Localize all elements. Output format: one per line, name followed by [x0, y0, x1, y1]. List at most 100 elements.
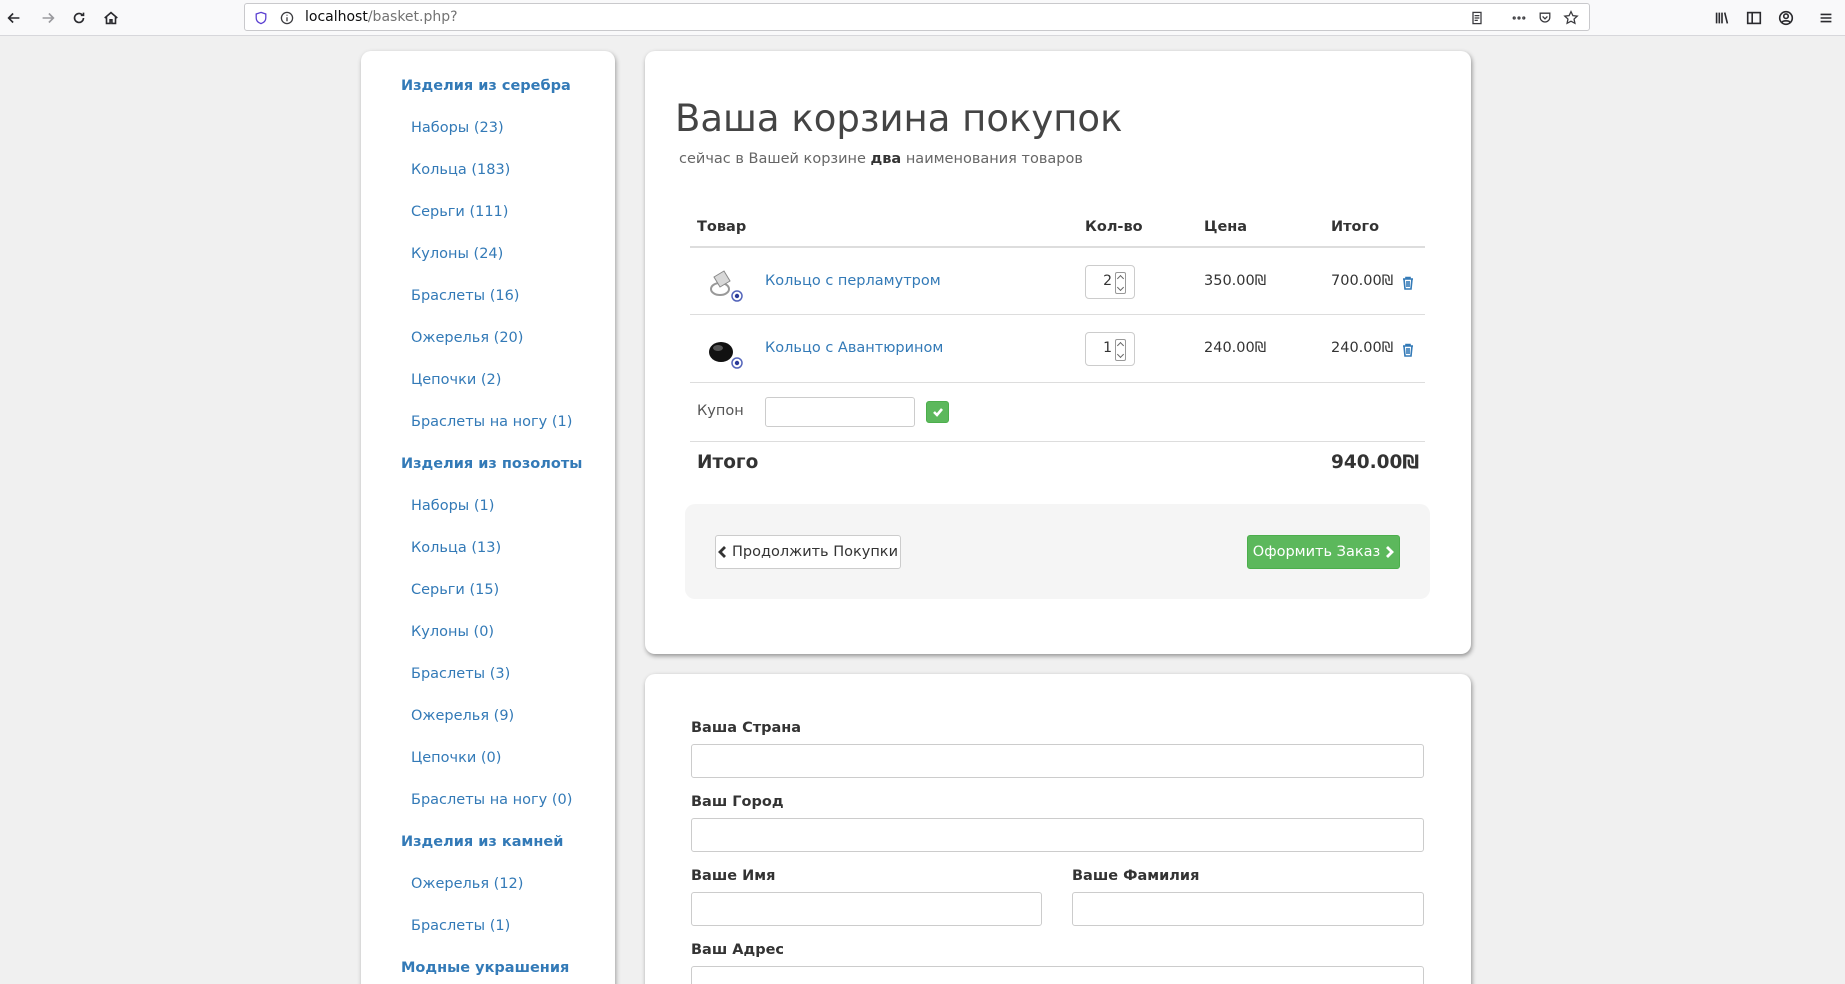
coupon-input[interactable] — [765, 397, 915, 427]
sidebar-item[interactable]: Ожерелья (12) — [411, 876, 523, 892]
row-divider — [690, 314, 1425, 315]
menu-button[interactable] — [1812, 4, 1840, 32]
basket-card: Ваша корзина покупок сейчас в Вашей корз… — [645, 51, 1471, 654]
sidebar-item[interactable]: Серьги (15) — [411, 582, 499, 598]
sidebar-item[interactable]: Кольца (13) — [411, 540, 501, 556]
sidebar-item[interactable]: Браслеты (3) — [411, 666, 510, 682]
country-input[interactable] — [691, 744, 1424, 778]
last-name-input[interactable] — [1072, 892, 1424, 926]
sidebar-item[interactable]: Браслеты (16) — [411, 288, 519, 304]
hamburger-menu-icon — [1820, 13, 1832, 23]
trash-icon[interactable] — [1401, 275, 1415, 290]
sidebar-item[interactable]: Кольца (183) — [411, 162, 510, 178]
country-label: Ваша Страна — [691, 720, 802, 736]
more-actions-icon[interactable] — [1509, 8, 1529, 28]
header-product: Товар — [697, 219, 747, 235]
forward-button[interactable] — [34, 4, 62, 32]
sum-value: 940.00₪ — [1331, 452, 1420, 473]
quantity-value: 1 — [1103, 340, 1112, 356]
continue-shopping-button[interactable]: Продолжить Покупки — [715, 535, 901, 569]
header-price: Цена — [1204, 219, 1248, 235]
sidebar-item[interactable]: Ожерелья (20) — [411, 330, 523, 346]
quantity-stepper[interactable]: 1 — [1085, 332, 1135, 366]
checkout-button[interactable]: Оформить Заказ — [1247, 535, 1400, 569]
category-sidebar: Изделия из серебра Наборы (23) Кольца (1… — [361, 51, 615, 984]
city-input[interactable] — [691, 818, 1424, 852]
row-divider — [690, 382, 1425, 383]
home-icon — [104, 11, 118, 25]
sidebar-item[interactable]: Кулоны (24) — [411, 246, 503, 262]
product-price: 240.00₪ — [1204, 340, 1267, 356]
sidebar-item[interactable]: Цепочки (0) — [411, 750, 501, 766]
sidebar-item[interactable]: Наборы (23) — [411, 120, 504, 136]
address-label: Ваш Адрес — [691, 942, 785, 958]
category-gilded[interactable]: Изделия из позолоты — [401, 456, 582, 472]
spinner-icon[interactable] — [1115, 339, 1126, 361]
basket-summary: сейчас в Вашей корзине два наименования … — [679, 151, 1083, 167]
chevron-left-icon — [718, 546, 726, 558]
sidebar-item[interactable]: Браслеты на ногу (0) — [411, 792, 572, 808]
shield-icon[interactable] — [251, 8, 271, 28]
product-thumbnail[interactable] — [705, 330, 745, 370]
summary-before: сейчас в Вашей корзине — [679, 151, 871, 167]
spinner-icon[interactable] — [1115, 272, 1126, 294]
sidebar-item[interactable]: Браслеты на ногу (1) — [411, 414, 572, 430]
browser-toolbar: localhost/basket.php? — [0, 0, 1845, 36]
basket-actions: Продолжить Покупки Оформить Заказ — [685, 504, 1430, 599]
url-path: /basket.php? — [367, 9, 458, 25]
sidebar-item[interactable]: Наборы (1) — [411, 498, 494, 514]
address-bar[interactable]: localhost/basket.php? — [244, 3, 1590, 31]
summary-after: наименования товаров — [901, 151, 1083, 167]
sidebar-icon — [1746, 11, 1762, 25]
product-total: 240.00₪ — [1331, 340, 1394, 356]
sidebar-item[interactable]: Браслеты (1) — [411, 918, 510, 934]
sidebar-item[interactable]: Кулоны (0) — [411, 624, 494, 640]
reload-button[interactable] — [65, 4, 93, 32]
back-button[interactable] — [0, 4, 28, 32]
reload-icon — [73, 12, 85, 24]
trash-icon[interactable] — [1401, 342, 1415, 357]
checkout-label: Оформить Заказ — [1252, 544, 1381, 560]
quantity-stepper[interactable]: 2 — [1085, 265, 1135, 299]
category-stones[interactable]: Изделия из камней — [401, 834, 563, 850]
check-icon — [932, 408, 943, 417]
summary-count: два — [870, 151, 902, 167]
table-divider — [690, 246, 1425, 248]
product-thumbnail[interactable] — [705, 263, 745, 303]
address-input[interactable] — [691, 966, 1424, 984]
page-title: Ваша корзина покупок — [675, 97, 1123, 140]
bookmark-star-icon[interactable] — [1561, 8, 1581, 28]
account-button[interactable] — [1772, 4, 1800, 32]
first-name-label: Ваше Имя — [691, 868, 776, 884]
apply-coupon-button[interactable] — [926, 401, 949, 423]
sidebar-item[interactable]: Серьги (111) — [411, 204, 508, 220]
pocket-icon[interactable] — [1535, 8, 1555, 28]
home-button[interactable] — [97, 4, 125, 32]
city-label: Ваш Город — [691, 794, 784, 810]
sidebar-item[interactable]: Цепочки (2) — [411, 372, 501, 388]
back-arrow-icon — [7, 12, 20, 24]
continue-label: Продолжить Покупки — [731, 544, 898, 560]
sidebar-item[interactable]: Ожерелья (9) — [411, 708, 514, 724]
header-total: Итого — [1331, 219, 1380, 235]
coupon-label: Купон — [697, 403, 744, 419]
library-icon — [1715, 12, 1729, 24]
info-icon[interactable] — [277, 8, 297, 28]
library-button[interactable] — [1708, 4, 1736, 32]
row-divider — [690, 441, 1425, 442]
category-fashion[interactable]: Модные украшения — [401, 960, 569, 976]
url-text: localhost/basket.php? — [305, 9, 458, 25]
category-silver[interactable]: Изделия из серебра — [401, 78, 571, 94]
header-qty: Кол-во — [1085, 219, 1143, 235]
chevron-right-icon — [1386, 546, 1395, 558]
forward-arrow-icon — [42, 12, 55, 24]
sidebar-toggle-button[interactable] — [1740, 4, 1768, 32]
product-price: 350.00₪ — [1204, 273, 1267, 289]
product-link[interactable]: Кольцо с Авантюрином — [765, 340, 943, 356]
first-name-input[interactable] — [691, 892, 1042, 926]
reader-view-icon[interactable] — [1467, 8, 1487, 28]
address-form-card: Ваша Страна Ваш Город Ваше Имя Ваше Фами… — [645, 674, 1471, 984]
account-icon — [1778, 10, 1794, 26]
url-host: localhost — [305, 9, 368, 25]
product-link[interactable]: Кольцо с перламутром — [765, 273, 941, 289]
